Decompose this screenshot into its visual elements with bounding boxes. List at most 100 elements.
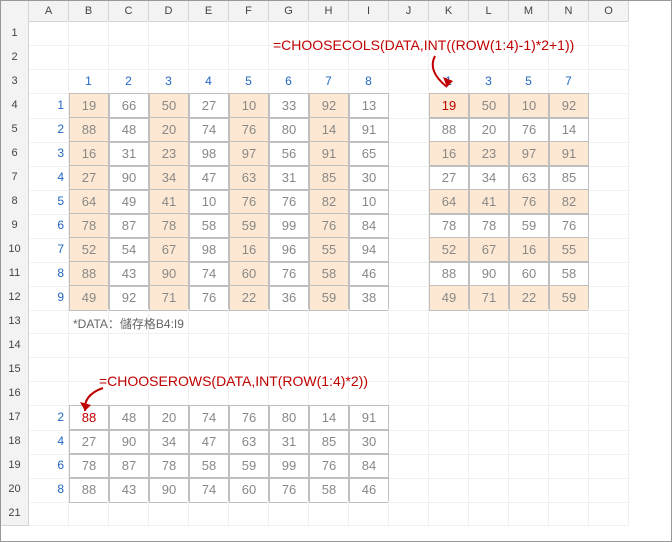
- cell[interactable]: [469, 357, 509, 382]
- cell[interactable]: [509, 333, 549, 358]
- cell[interactable]: [589, 261, 629, 287]
- cell[interactable]: 20: [149, 405, 189, 431]
- cell[interactable]: [469, 429, 509, 455]
- cell[interactable]: 76: [229, 405, 269, 431]
- cell[interactable]: [29, 501, 69, 526]
- cell[interactable]: 31: [269, 429, 309, 455]
- cell[interactable]: 59: [229, 213, 269, 239]
- cell[interactable]: [309, 309, 349, 334]
- cell[interactable]: 1: [429, 69, 469, 94]
- cell[interactable]: 34: [149, 165, 189, 191]
- col-I[interactable]: I: [349, 1, 389, 22]
- cell[interactable]: [509, 477, 549, 503]
- cell[interactable]: 56: [269, 141, 309, 167]
- cell[interactable]: 76: [549, 213, 589, 239]
- cell[interactable]: 14: [549, 117, 589, 143]
- cell[interactable]: 60: [229, 477, 269, 503]
- col-D[interactable]: D: [149, 1, 189, 22]
- cell[interactable]: 64: [429, 189, 469, 215]
- cell[interactable]: 78: [149, 213, 189, 239]
- cell[interactable]: 59: [509, 213, 549, 239]
- cell[interactable]: [469, 477, 509, 503]
- cell[interactable]: 7: [29, 237, 69, 263]
- cell[interactable]: 94: [349, 237, 389, 263]
- cell[interactable]: [429, 501, 469, 526]
- cell[interactable]: [109, 333, 149, 358]
- row-12[interactable]: 12: [1, 285, 29, 311]
- cell[interactable]: 10: [509, 93, 549, 119]
- cell[interactable]: [469, 453, 509, 479]
- cell[interactable]: [509, 429, 549, 455]
- row-2[interactable]: 2: [1, 45, 29, 70]
- cell[interactable]: 34: [469, 165, 509, 191]
- row-4[interactable]: 4: [1, 93, 29, 119]
- col-F[interactable]: F: [229, 1, 269, 22]
- cell[interactable]: [389, 261, 429, 287]
- cell[interactable]: 10: [229, 93, 269, 119]
- cell[interactable]: 71: [469, 285, 509, 311]
- cell[interactable]: 91: [349, 405, 389, 431]
- cell[interactable]: 34: [149, 429, 189, 455]
- cell[interactable]: 43: [109, 477, 149, 503]
- cell[interactable]: 50: [149, 93, 189, 119]
- cell[interactable]: 97: [509, 141, 549, 167]
- cell[interactable]: [589, 45, 629, 70]
- cell[interactable]: [389, 333, 429, 358]
- row-15[interactable]: 15: [1, 357, 29, 382]
- cell[interactable]: 30: [349, 165, 389, 191]
- cell[interactable]: [389, 285, 429, 311]
- cell[interactable]: 6: [29, 213, 69, 239]
- cell[interactable]: [549, 333, 589, 358]
- cell[interactable]: 3: [149, 69, 189, 94]
- cell[interactable]: 78: [149, 453, 189, 479]
- cell[interactable]: [549, 381, 589, 406]
- cell[interactable]: [589, 21, 629, 46]
- cell[interactable]: [509, 453, 549, 479]
- cell[interactable]: 59: [549, 285, 589, 311]
- cell[interactable]: 6: [269, 69, 309, 94]
- cell[interactable]: [549, 501, 589, 526]
- cell[interactable]: 67: [469, 237, 509, 263]
- cell[interactable]: 74: [189, 117, 229, 143]
- cell[interactable]: [389, 381, 429, 406]
- cell[interactable]: [389, 405, 429, 431]
- cell[interactable]: [29, 45, 69, 70]
- cell[interactable]: 80: [269, 117, 309, 143]
- cell[interactable]: 85: [309, 429, 349, 455]
- cell[interactable]: 23: [469, 141, 509, 167]
- cell[interactable]: 8: [349, 69, 389, 94]
- cell[interactable]: 76: [269, 477, 309, 503]
- cell[interactable]: 91: [349, 117, 389, 143]
- cell[interactable]: 85: [309, 165, 349, 191]
- cell[interactable]: 78: [429, 213, 469, 239]
- cell[interactable]: 90: [149, 261, 189, 287]
- cell[interactable]: 16: [429, 141, 469, 167]
- cell[interactable]: 82: [549, 189, 589, 215]
- cell[interactable]: 92: [549, 93, 589, 119]
- cell[interactable]: [549, 309, 589, 334]
- col-C[interactable]: C: [109, 1, 149, 22]
- cell[interactable]: [469, 501, 509, 526]
- cell[interactable]: 20: [469, 117, 509, 143]
- cell[interactable]: [389, 477, 429, 503]
- cell[interactable]: 38: [349, 285, 389, 311]
- cell[interactable]: 88: [69, 477, 109, 503]
- cell[interactable]: 31: [109, 141, 149, 167]
- row-19[interactable]: 19: [1, 453, 29, 479]
- cell[interactable]: [589, 381, 629, 406]
- cell[interactable]: 59: [309, 285, 349, 311]
- cell[interactable]: 5: [29, 189, 69, 215]
- cell[interactable]: [309, 501, 349, 526]
- cell[interactable]: 16: [229, 237, 269, 263]
- cell[interactable]: 58: [189, 213, 229, 239]
- cell[interactable]: [429, 453, 469, 479]
- cell[interactable]: [389, 501, 429, 526]
- col-N[interactable]: N: [549, 1, 589, 22]
- cell[interactable]: 78: [469, 213, 509, 239]
- cell[interactable]: 41: [469, 189, 509, 215]
- col-L[interactable]: L: [469, 1, 509, 22]
- cell[interactable]: 99: [269, 213, 309, 239]
- cell[interactable]: [589, 69, 629, 94]
- row-18[interactable]: 18: [1, 429, 29, 455]
- row-7[interactable]: 7: [1, 165, 29, 191]
